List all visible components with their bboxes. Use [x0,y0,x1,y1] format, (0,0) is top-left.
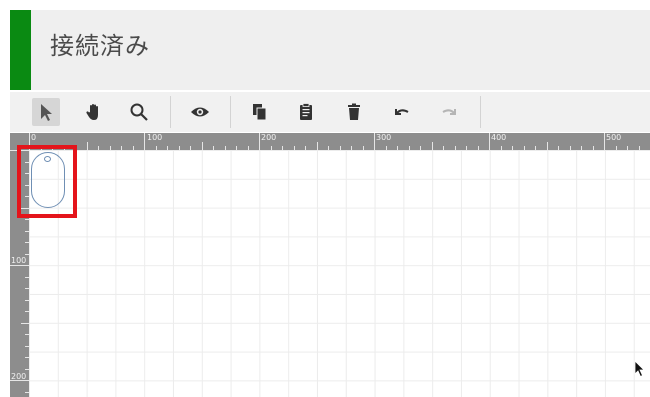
ruler-label: 500 [606,133,622,142]
toolbar-separator [230,96,231,128]
hand-icon [86,104,98,120]
redo-tool-button[interactable] [435,98,463,126]
ruler-label: 0 [31,133,37,142]
copy-tool-button[interactable] [246,98,274,126]
toolbar-separator [170,96,171,128]
trash-icon [348,103,360,120]
ruler-tick [10,265,29,266]
mouse-cursor-icon [634,360,645,378]
ruler-tick [10,380,29,381]
undo-tool-button[interactable] [388,98,416,126]
horizontal-ruler: 0 100 200 300 400 500 [10,133,650,150]
arrow-pointer-icon [41,104,52,121]
ruler-label: 100 [147,133,163,142]
ruler-tick [144,133,145,150]
ruler-label: 200 [261,133,277,142]
connection-status-indicator [10,10,31,90]
editor-toolbar [10,92,650,132]
redo-icon [442,109,456,115]
highlight-box [17,145,77,218]
ruler-tick [546,142,548,150]
zoom-tool-button[interactable] [125,98,153,126]
clipboard-icon [300,103,312,120]
ruler-label: 400 [491,133,507,142]
design-canvas[interactable] [29,150,650,397]
ruler-tick [431,142,433,150]
eye-icon [191,107,209,117]
copy-icon [253,104,267,121]
preview-tool-button[interactable] [186,98,214,126]
ruler-tick [86,142,88,150]
select-tool-button[interactable] [32,98,60,126]
magnifier-icon [130,103,148,121]
ruler-tick [374,133,375,150]
connection-status-text: 接続済み [50,32,150,60]
toolbar-separator [480,96,481,128]
ruler-tick [604,133,605,150]
ruler-label: 300 [376,133,392,142]
connection-status-bar: 接続済み [10,10,650,90]
ruler-tick [259,133,260,150]
undo-icon [395,109,409,115]
ruler-tick [489,133,490,150]
ruler-tick [201,142,203,150]
ruler-label: 100 [11,256,27,265]
ruler-tick [21,322,29,324]
paste-tool-button[interactable] [292,98,320,126]
pan-tool-button[interactable] [80,98,108,126]
ruler-tick [316,142,318,150]
delete-tool-button[interactable] [340,98,368,126]
